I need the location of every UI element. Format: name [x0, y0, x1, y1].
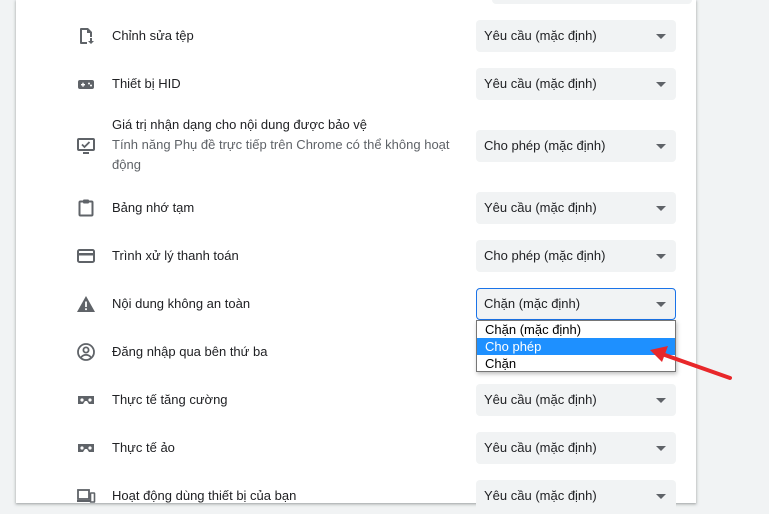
permission-label: Trình xử lý thanh toán	[112, 248, 239, 263]
permission-label: Giá trị nhận dạng cho nội dung được bảo …	[112, 117, 368, 132]
chevron-down-icon	[656, 446, 666, 451]
vr-headset-icon	[76, 390, 96, 410]
permission-label: Thực tế tăng cường	[112, 392, 228, 407]
permission-select-hid[interactable]: Yêu cầu (mặc định)	[476, 68, 676, 100]
permission-row-file-edit: Chỉnh sửa tệp Yêu cầu (mặc định)	[16, 18, 696, 54]
select-value: Cho phép (mặc định)	[484, 138, 606, 153]
chevron-down-icon	[656, 398, 666, 403]
credit-card-icon	[76, 246, 96, 266]
warning-icon	[76, 294, 96, 314]
permission-select-device-use[interactable]: Yêu cầu (mặc định)	[476, 480, 676, 512]
permission-row-insecure-content: Nội dung không an toàn Chặn (mặc định)	[16, 286, 696, 322]
select-value: Yêu cầu (mặc định)	[484, 200, 597, 215]
permission-row-augmented-reality: Thực tế tăng cường Yêu cầu (mặc định)	[16, 382, 696, 418]
chevron-down-icon	[656, 34, 666, 39]
select-value: Yêu cầu (mặc định)	[484, 440, 597, 455]
permission-row-payment-handlers: Trình xử lý thanh toán Cho phép (mặc địn…	[16, 238, 696, 274]
gamepad-icon	[76, 74, 96, 94]
permission-label: Bảng nhớ tạm	[112, 200, 195, 215]
chevron-down-icon	[656, 302, 666, 307]
chevron-down-icon	[656, 206, 666, 211]
account-circle-icon	[76, 342, 96, 362]
previous-select-edge[interactable]	[492, 0, 692, 4]
select-value: Chặn (mặc định)	[484, 296, 581, 311]
permission-row-protected-content: Giá trị nhận dạng cho nội dung được bảo …	[16, 112, 696, 178]
chevron-down-icon	[656, 82, 666, 87]
select-value: Cho phép (mặc định)	[484, 248, 606, 263]
annotation-arrow-icon	[650, 346, 732, 380]
vr-headset-icon	[76, 438, 96, 458]
select-value: Yêu cầu (mặc định)	[484, 28, 597, 43]
select-value: Yêu cầu (mặc định)	[484, 392, 597, 407]
permission-select-insecure-content[interactable]: Chặn (mặc định)	[476, 288, 676, 320]
site-settings-card: Chỉnh sửa tệp Yêu cầu (mặc định) Thiết b…	[16, 0, 696, 512]
permission-label: Thực tế ảo	[112, 440, 175, 455]
chevron-down-icon	[656, 144, 666, 149]
permission-select-virtual-reality[interactable]: Yêu cầu (mặc định)	[476, 432, 676, 464]
chevron-down-icon	[656, 254, 666, 259]
permission-row-virtual-reality: Thực tế ảo Yêu cầu (mặc định)	[16, 430, 696, 466]
file-edit-icon	[76, 26, 96, 46]
permission-label: Chỉnh sửa tệp	[112, 28, 194, 43]
permission-label: Nội dung không an toàn	[112, 296, 251, 311]
clipboard-icon	[76, 198, 96, 218]
permission-sublabel: Tính năng Phụ đề trực tiếp trên Chrome c…	[112, 137, 450, 172]
monitor-check-icon	[76, 136, 96, 156]
permission-label: Thiết bị HID	[112, 76, 181, 91]
permission-select-payment-handlers[interactable]: Cho phép (mặc định)	[476, 240, 676, 272]
permission-label: Hoạt động dùng thiết bị của bạn	[112, 488, 297, 503]
select-value: Yêu cầu (mặc định)	[484, 488, 597, 503]
permission-select-protected-content[interactable]: Cho phép (mặc định)	[476, 130, 676, 162]
chevron-down-icon	[656, 494, 666, 499]
select-value: Yêu cầu (mặc định)	[484, 76, 597, 91]
permission-label: Đăng nhập qua bên thứ ba	[112, 344, 268, 359]
permission-row-hid: Thiết bị HID Yêu cầu (mặc định)	[16, 66, 696, 102]
devices-icon	[76, 486, 96, 506]
permission-select-clipboard[interactable]: Yêu cầu (mặc định)	[476, 192, 676, 224]
permission-row-device-use: Hoạt động dùng thiết bị của bạn Yêu cầu …	[16, 478, 696, 514]
dropdown-option-block-default[interactable]: Chặn (mặc định)	[477, 321, 675, 338]
permission-row-clipboard: Bảng nhớ tạm Yêu cầu (mặc định)	[16, 190, 696, 226]
permission-select-file-edit[interactable]: Yêu cầu (mặc định)	[476, 20, 676, 52]
